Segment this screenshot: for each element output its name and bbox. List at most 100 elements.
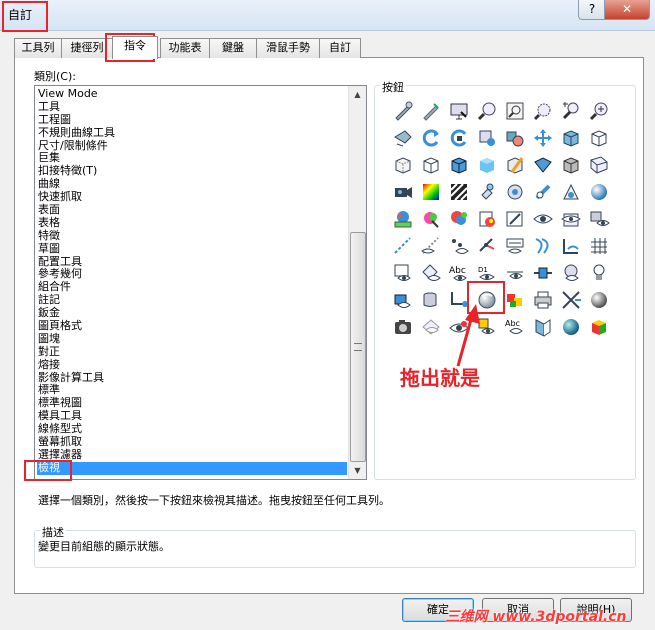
category-item[interactable]: 註記 <box>37 293 347 307</box>
category-item[interactable]: 參考幾何 <box>37 268 347 281</box>
wireframe-cube-icon[interactable] <box>588 127 610 149</box>
view-dimension-icon[interactable]: D1 <box>476 262 498 284</box>
category-listbox[interactable]: View Mode 工具 工程圖 不規則曲線工具 尺寸/限制條件 巨集 扣接特徵(T) 曲線快… <box>34 85 367 480</box>
tab-menus[interactable]: 功能表 <box>160 38 210 58</box>
hidden-lines-removed-icon[interactable] <box>420 154 442 176</box>
category-item[interactable]: 組合件 <box>37 280 347 294</box>
draft-quality-icon[interactable] <box>532 154 554 176</box>
scene-icon[interactable] <box>392 208 414 230</box>
category-item[interactable]: 特徵 <box>37 229 347 243</box>
category-item[interactable]: 對正 <box>37 345 347 359</box>
category-item[interactable]: 檢視 <box>37 461 347 475</box>
zoom-in-out-icon[interactable] <box>532 100 554 122</box>
appearance-color-icon[interactable] <box>504 127 526 149</box>
scroll-up-arrow-icon[interactable]: ▲ <box>349 86 366 103</box>
color-cube-icon[interactable] <box>588 316 610 338</box>
category-item[interactable]: 工具 <box>37 100 347 114</box>
view-grid-icon[interactable] <box>588 235 610 257</box>
view-annotations-icon[interactable]: Abc <box>448 262 470 284</box>
category-item[interactable]: 工程圖 <box>37 113 347 127</box>
hidden-lines-visible-icon[interactable] <box>392 154 414 176</box>
category-item[interactable]: 標準 <box>37 384 347 397</box>
shaded-icon[interactable] <box>476 154 498 176</box>
view-reference-icon[interactable] <box>420 262 442 284</box>
category-item[interactable]: 影像計算工具 <box>37 371 347 385</box>
view-sphere-grey-icon[interactable] <box>588 289 610 311</box>
rotate-about-icon[interactable] <box>448 127 470 149</box>
view-routing-points-icon[interactable] <box>532 262 554 284</box>
decal-stripes-icon[interactable] <box>448 181 470 203</box>
view-printer-icon[interactable] <box>532 289 554 311</box>
view-planes-icon[interactable] <box>560 208 582 230</box>
view-bodies-icon[interactable] <box>588 208 610 230</box>
zoom-to-fit-icon[interactable] <box>476 100 498 122</box>
section-view-icon[interactable] <box>504 154 526 176</box>
tab-mouse-gestures[interactable]: 滑鼠手勢 <box>256 38 320 58</box>
category-item[interactable]: 曲線 <box>37 177 347 191</box>
category-item[interactable]: 表面 <box>37 203 347 217</box>
rainbow-texture-icon[interactable] <box>420 181 442 203</box>
category-item[interactable]: 圖塊 <box>37 332 347 346</box>
view-cylinder-icon[interactable] <box>420 289 442 311</box>
scroll-thumb[interactable] <box>350 232 366 462</box>
category-item[interactable]: 標準視圖 <box>37 396 347 410</box>
zoom-plus-icon[interactable] <box>588 100 610 122</box>
category-item[interactable]: 尺寸/限制條件 <box>37 139 347 153</box>
view-temp-axes-icon[interactable] <box>420 235 442 257</box>
perspective-icon[interactable] <box>588 154 610 176</box>
view-sketch-relations-icon[interactable] <box>504 262 526 284</box>
view-text-icon[interactable]: Abc <box>504 316 526 338</box>
directional-light-icon[interactable] <box>532 181 554 203</box>
zoom-area-icon[interactable] <box>504 100 526 122</box>
category-item[interactable]: 扣接特徵(T) <box>37 164 347 178</box>
edit-appearance-icon[interactable] <box>420 208 442 230</box>
view-colored-parts-icon[interactable] <box>504 289 526 311</box>
view-bulb-icon[interactable] <box>588 262 610 284</box>
category-item[interactable]: 熔接 <box>37 358 347 372</box>
view-lights-icon[interactable] <box>560 262 582 284</box>
view-eye-icon[interactable] <box>532 208 554 230</box>
view-curves-icon[interactable] <box>532 235 554 257</box>
hidden-lines-icon[interactable] <box>392 100 414 122</box>
paste-appearance-icon[interactable] <box>476 208 498 230</box>
realview-sphere-icon[interactable] <box>560 316 582 338</box>
shaded-cube-icon[interactable] <box>560 127 582 149</box>
category-item[interactable]: 配置工具 <box>37 255 347 269</box>
category-item[interactable]: 模具工具 <box>37 409 347 423</box>
screen-capture-icon[interactable] <box>392 316 414 338</box>
category-item[interactable]: 螢幕抓取 <box>37 435 347 449</box>
lights-icon[interactable] <box>504 181 526 203</box>
copy-appearance-icon[interactable] <box>448 208 470 230</box>
edit-decal-icon[interactable] <box>504 208 526 230</box>
category-item[interactable]: 圖頁格式 <box>37 319 347 333</box>
category-item[interactable]: 不規則曲線工具 <box>37 126 347 140</box>
monitor-view-icon[interactable] <box>448 100 470 122</box>
view-cameras-icon[interactable] <box>392 289 414 311</box>
tab-customize[interactable]: 自訂 <box>319 38 361 58</box>
category-item[interactable]: 鈑金 <box>37 306 347 320</box>
rotate-view-icon[interactable] <box>420 127 442 149</box>
category-item[interactable]: 表格 <box>37 216 347 230</box>
view-section-planes-icon[interactable] <box>532 316 554 338</box>
tab-shortcut-bar[interactable]: 捷徑列 <box>61 38 113 58</box>
category-item[interactable]: View Mode <box>37 87 347 101</box>
view-origins-icon[interactable] <box>476 235 498 257</box>
pencil-tool-icon[interactable] <box>420 100 442 122</box>
view-hidden-bodies-icon[interactable] <box>420 316 442 338</box>
grey-cube-icon[interactable] <box>560 154 582 176</box>
title-close-button[interactable]: ✕ <box>604 0 650 20</box>
category-item[interactable]: 快速抓取 <box>37 190 347 204</box>
category-item[interactable]: 選擇濾器 <box>37 448 347 462</box>
category-item[interactable]: 線條型式 <box>37 422 347 436</box>
shaded-with-edges-icon[interactable] <box>448 154 470 176</box>
category-item[interactable]: 草圖 <box>37 242 347 256</box>
zoom-select-icon[interactable] <box>560 100 582 122</box>
light-bulb-hand-icon[interactable] <box>476 181 498 203</box>
category-scrollbar[interactable]: ▲ ▼ <box>348 86 366 479</box>
view-points-icon[interactable] <box>448 235 470 257</box>
view-3d-sketch-icon[interactable] <box>392 262 414 284</box>
tab-keyboard[interactable]: 鍵盤 <box>209 38 257 58</box>
sphere-icon[interactable] <box>588 181 610 203</box>
pan-icon[interactable] <box>532 127 554 149</box>
scroll-down-arrow-icon[interactable]: ▼ <box>349 462 366 479</box>
